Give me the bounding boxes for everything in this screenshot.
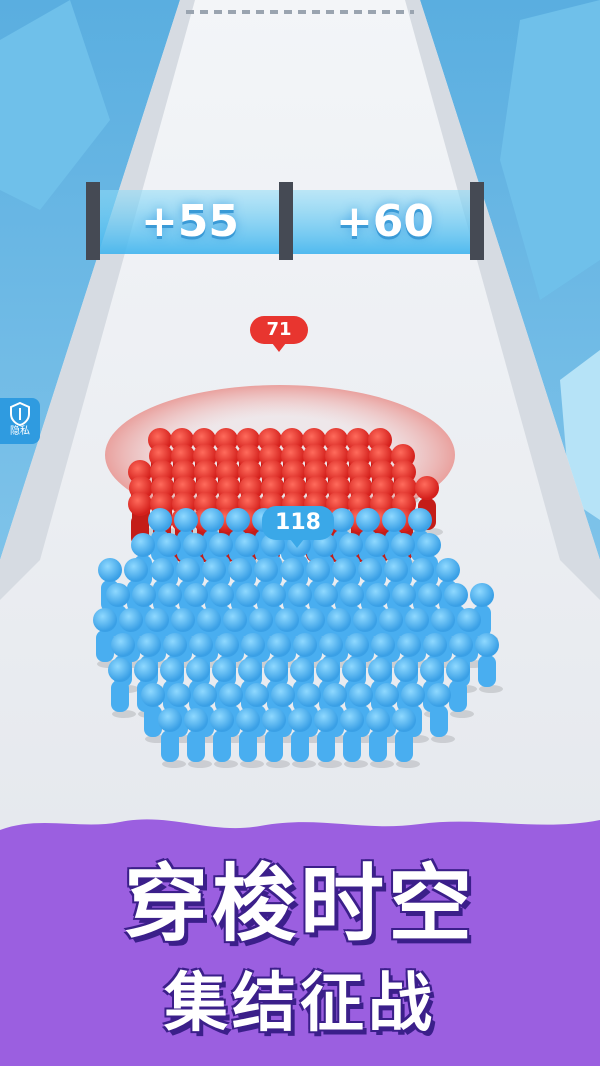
player-badge-tail	[290, 539, 304, 548]
banner-title: 穿梭时空	[123, 855, 476, 953]
enemy-badge-tail	[272, 343, 286, 352]
enemy-count-badge: 71	[250, 316, 308, 344]
gate-label-right: +60	[335, 196, 435, 247]
gate-label-left: +55	[140, 196, 240, 247]
gate-post-right	[470, 182, 484, 260]
gate-post-left	[86, 182, 100, 260]
gate-post-middle	[279, 182, 293, 260]
shield-icon	[10, 402, 30, 426]
banner-subtitle: 集结征战	[164, 967, 436, 1041]
player-count-badge: 118	[262, 506, 334, 540]
privacy-label: 隐私	[10, 426, 30, 437]
privacy-button[interactable]: 隐私	[0, 398, 40, 444]
